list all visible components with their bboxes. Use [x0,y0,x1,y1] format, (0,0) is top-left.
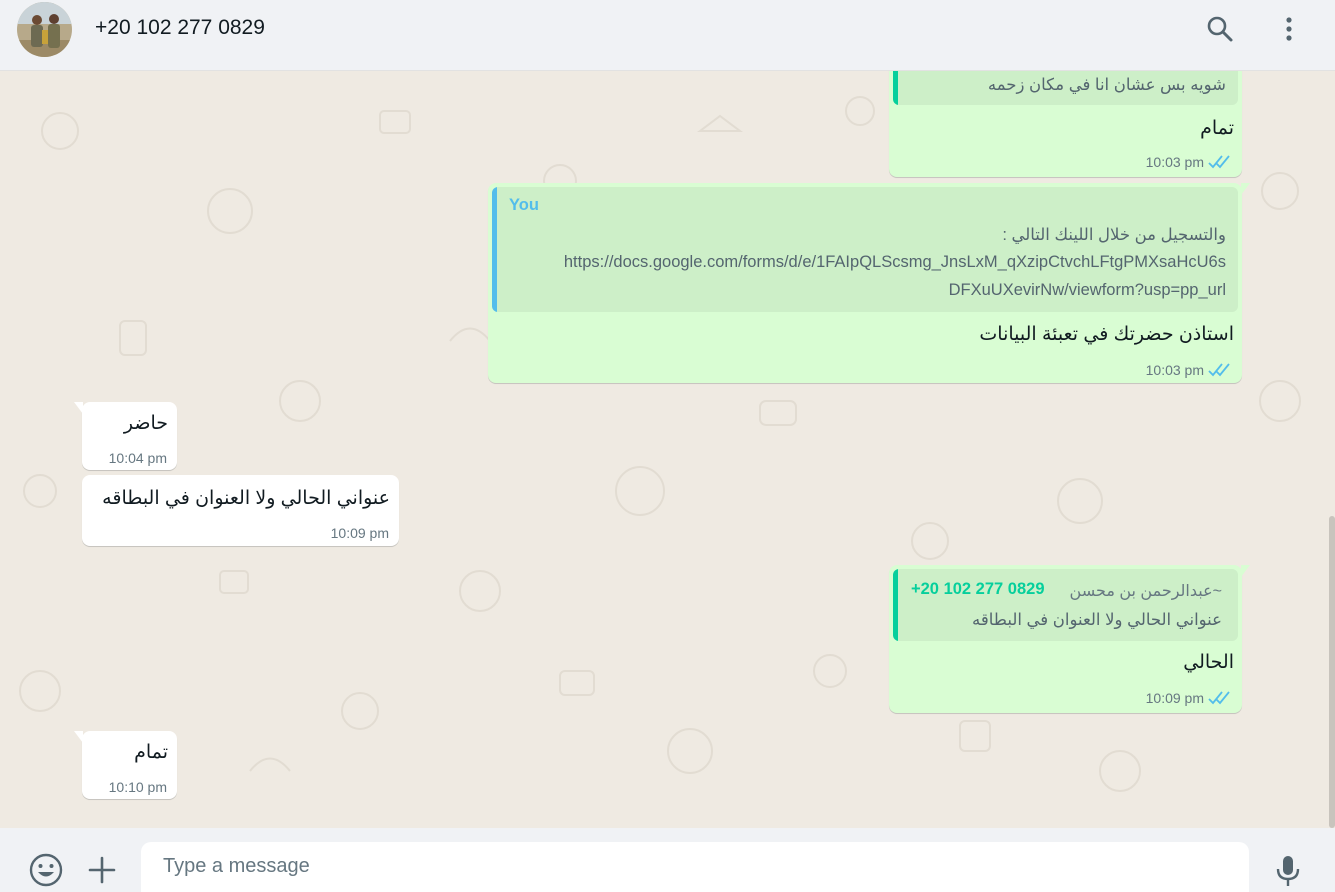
contact-name[interactable]: +20 102 277 0829 [95,16,265,40]
read-ticks-icon [1208,691,1230,705]
message-text: عنواني الحالي ولا العنوان في البطاقه [102,488,390,509]
quote-author: +20 102 277 0829 [911,580,1045,598]
quoted-message[interactable]: شويه بس عشان انا في مكان زحمه [893,71,1238,105]
message-input[interactable] [163,855,1223,878]
chat-scrollbar[interactable] [1329,516,1335,828]
message-time: 10:04 pm [108,450,167,466]
quote-bar [492,187,497,312]
composer-bar [0,828,1335,892]
contact-avatar[interactable] [17,2,72,57]
message-incoming[interactable]: حاضر 10:04 pm [74,402,177,470]
read-ticks-icon [1208,155,1230,169]
search-icon[interactable] [1205,14,1235,44]
message-meta: 10:09 pm [1146,690,1230,706]
quote-link: DFXuUXevirNw/viewform?usp=pp_url [948,281,1226,299]
message-incoming[interactable]: عنواني الحالي ولا العنوان في البطاقه 10:… [82,475,399,546]
read-ticks-icon [1208,363,1230,377]
message-time: 10:09 pm [330,525,389,541]
chat-header: +20 102 277 0829 [0,0,1335,71]
quote-text: شويه بس عشان انا في مكان زحمه [987,76,1226,94]
quote-text: عنواني الحالي ولا العنوان في البطاقه [972,611,1222,629]
bubble-tail [1241,565,1250,577]
quoted-message[interactable]: You والتسجيل من خلال اللينك التالي : htt… [492,187,1238,312]
bubble-tail [74,402,83,414]
message-time: 10:03 pm [1145,362,1204,378]
quoted-message[interactable]: ~عبدالرحمن بن محسن +20 102 277 0829 عنوا… [893,569,1238,641]
message-text: الحالي [1183,652,1234,673]
bubble-tail [74,731,83,743]
message-meta: 10:03 pm [1146,362,1230,378]
quote-bar [893,71,898,105]
quote-pushname: ~عبدالرحمن بن محسن [1069,583,1222,600]
quote-author: You [509,196,539,214]
message-outgoing[interactable]: You والتسجيل من خلال اللينك التالي : htt… [488,183,1250,383]
quote-text: والتسجيل من خلال اللينك التالي : [1002,226,1226,244]
menu-icon[interactable] [1274,14,1304,44]
message-text: تمام [134,742,168,763]
avatar-photo-icon [17,2,72,57]
message-outgoing[interactable]: شويه بس عشان انا في مكان زحمه تمام 10:03… [889,71,1242,177]
message-text: استاذن حضرتك في تعبئة البيانات [979,324,1234,345]
bubble-tail [1241,183,1250,195]
message-outgoing[interactable]: ~عبدالرحمن بن محسن +20 102 277 0829 عنوا… [889,565,1250,713]
message-input-box[interactable] [141,842,1249,892]
message-meta: 10:03 pm [1146,154,1230,170]
message-text: حاضر [123,413,168,434]
quote-bar [893,569,898,641]
message-text: تمام [1200,118,1234,139]
quote-link: https://docs.google.com/forms/d/e/1FAIpQ… [563,253,1226,271]
chat-panel[interactable]: شويه بس عشان انا في مكان زحمه تمام 10:03… [0,71,1335,828]
message-time: 10:10 pm [108,779,167,795]
message-time: 10:09 pm [1145,690,1204,706]
plus-icon[interactable] [84,852,120,888]
message-incoming[interactable]: تمام 10:10 pm [74,731,177,799]
message-time: 10:03 pm [1145,154,1204,170]
microphone-icon[interactable] [1270,852,1306,888]
emoji-icon[interactable] [28,852,64,888]
